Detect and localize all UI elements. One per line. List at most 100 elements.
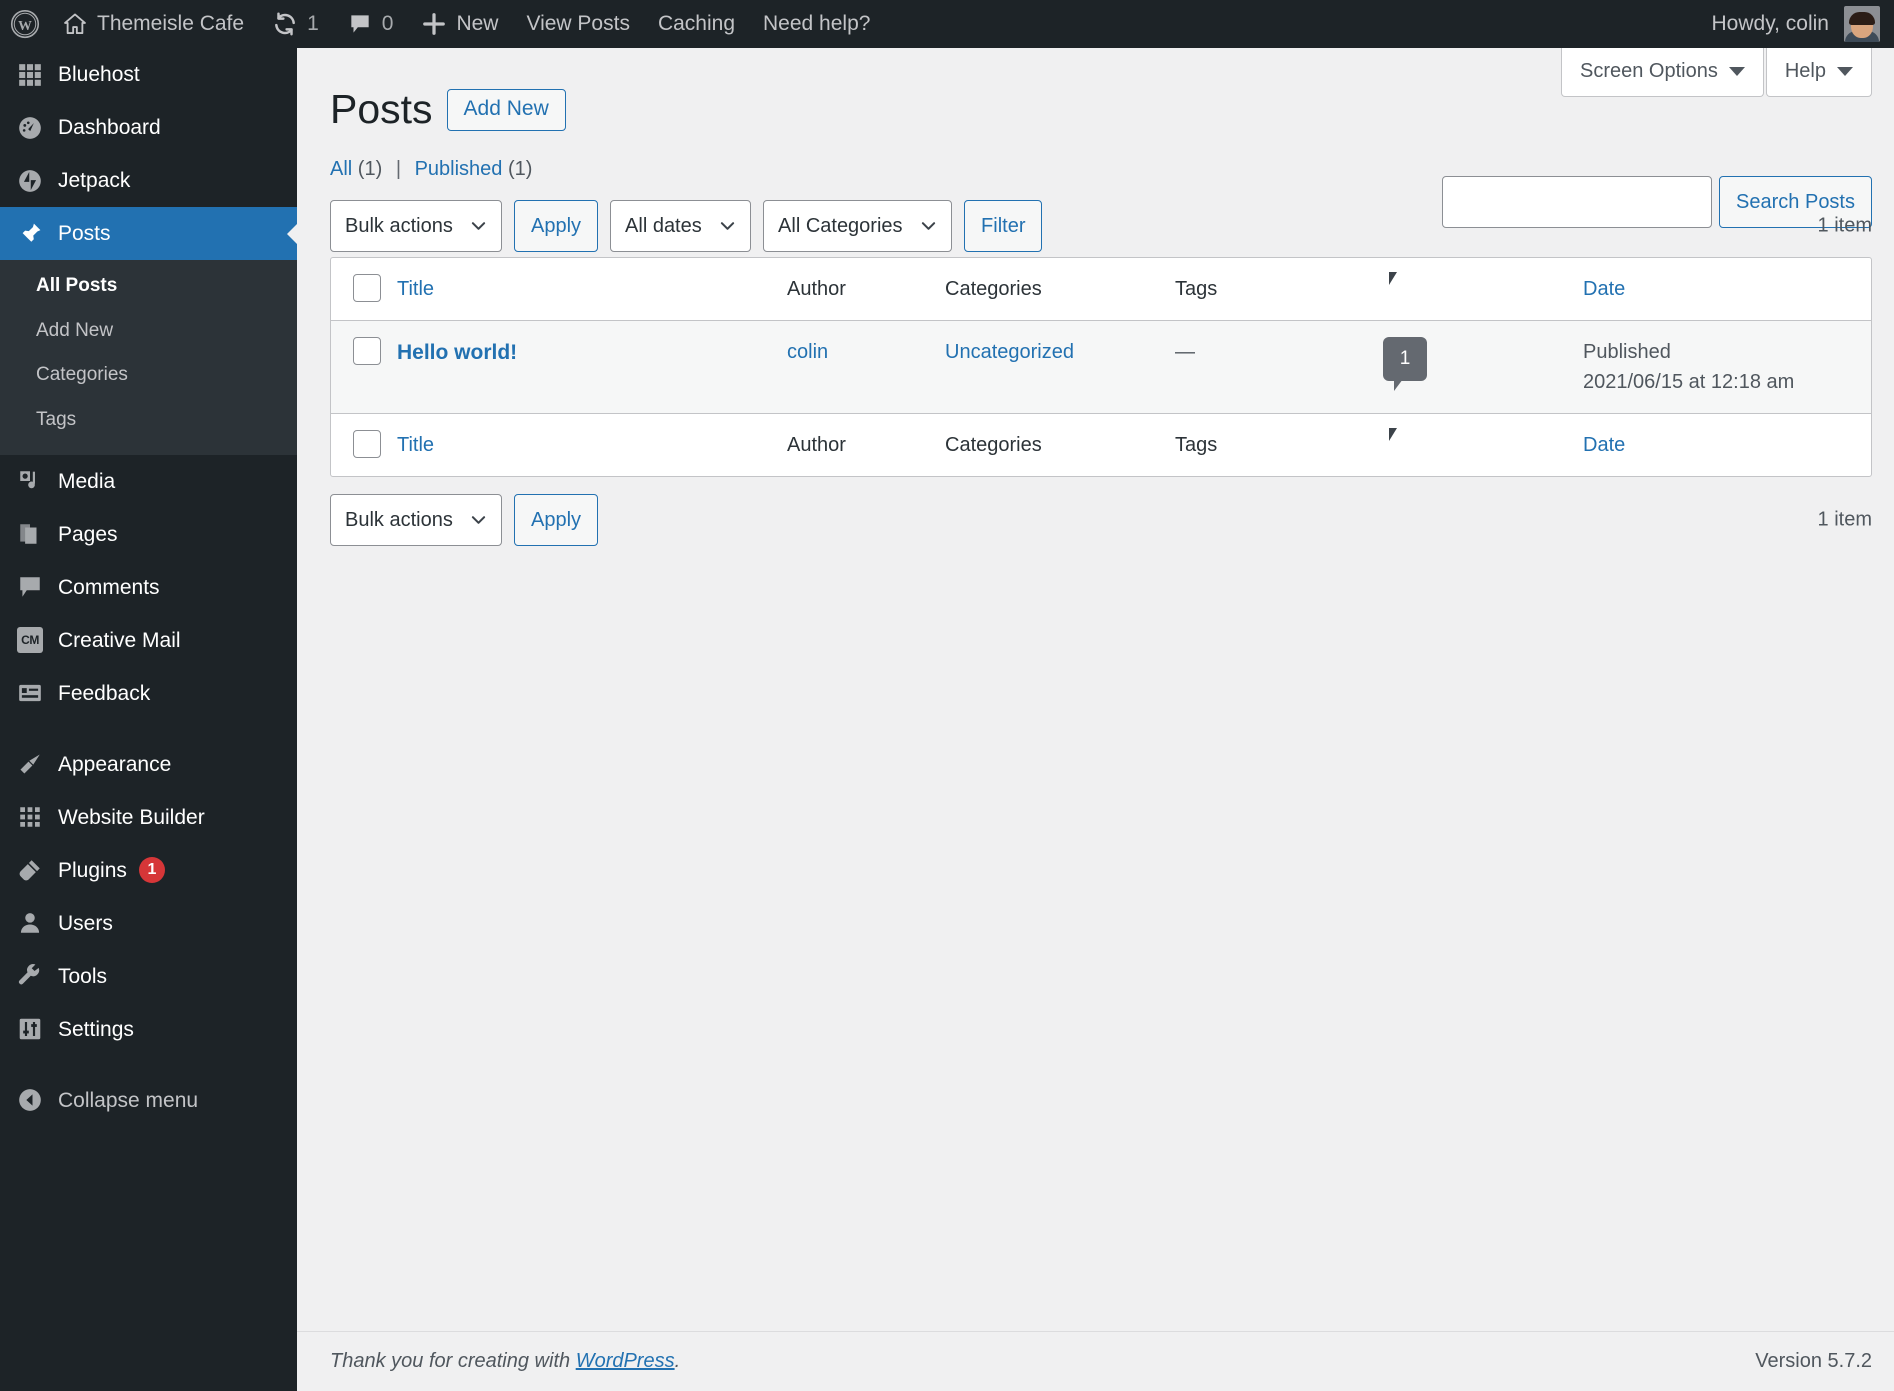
column-footer-title[interactable]: Title	[397, 413, 787, 476]
sidebar-item-tags[interactable]: Tags	[0, 398, 297, 443]
adminbar-new-content[interactable]: New	[407, 0, 512, 48]
screen-options-button[interactable]: Screen Options	[1561, 48, 1764, 97]
comment-count-bubble[interactable]: 1	[1383, 337, 1427, 392]
column-footer-date-link[interactable]: Date	[1583, 434, 1625, 456]
help-button[interactable]: Help	[1765, 48, 1872, 97]
sliders-icon	[8, 1016, 52, 1042]
sidebar-item-label: Jetpack	[58, 169, 131, 192]
add-new-button[interactable]: Add New	[446, 88, 566, 131]
sidebar-item-settings[interactable]: Settings	[0, 1003, 297, 1056]
sidebar-item-users[interactable]: Users	[0, 897, 297, 950]
filter-divider: |	[395, 158, 402, 181]
page-wrap: Posts Add New All (1) | Published (1) Se…	[297, 48, 1894, 547]
column-header-tags: Tags	[1175, 258, 1383, 322]
row-checkbox[interactable]	[353, 337, 381, 366]
sidebar-item-label: Plugins	[58, 858, 127, 882]
apply-button-top[interactable]: Apply	[514, 200, 599, 253]
adminbar-caching[interactable]: Caching	[644, 0, 749, 48]
posts-table-foot: Title Author Categories Tags Date	[331, 413, 1871, 476]
collapse-menu-label: Collapse menu	[58, 1088, 199, 1112]
adminbar-site-name[interactable]: Themeisle Cafe	[48, 0, 258, 48]
post-category-link[interactable]: Uncategorized	[945, 341, 1074, 363]
bulk-actions-select-bottom[interactable]: Bulk actions	[330, 494, 502, 547]
apply-button-bottom[interactable]: Apply	[514, 494, 599, 547]
bulk-actions-select-top[interactable]: Bulk actions	[330, 200, 502, 253]
column-footer-date[interactable]: Date	[1583, 413, 1871, 476]
column-footer-author-label: Author	[787, 434, 846, 457]
sidebar-item-media[interactable]: Media	[0, 455, 297, 508]
sidebar-item-label: Tools	[58, 964, 108, 988]
sidebar-subitem-label: Tags	[36, 409, 77, 431]
jetpack-icon	[8, 168, 52, 194]
sidebar-item-creative-mail[interactable]: CM Creative Mail	[0, 614, 297, 667]
adminbar-view-posts[interactable]: View Posts	[512, 0, 644, 48]
sidebar-item-all-posts[interactable]: All Posts	[0, 264, 297, 309]
row-select-cell[interactable]	[331, 321, 397, 413]
sidebar-item-add-new[interactable]: Add New	[0, 309, 297, 354]
column-footer-categories-label: Categories	[945, 434, 1042, 457]
admin-sidebar: Bluehost Dashboard Jetpack Posts All Pos…	[0, 48, 297, 1391]
home-icon	[64, 13, 86, 35]
footer-wordpress-link[interactable]: WordPress	[576, 1350, 675, 1372]
sidebar-item-categories[interactable]: Categories	[0, 353, 297, 398]
column-footer-title-link[interactable]: Title	[397, 434, 434, 456]
sidebar-item-feedback[interactable]: Feedback	[0, 667, 297, 720]
column-header-title[interactable]: Title	[397, 258, 787, 322]
sidebar-item-dashboard[interactable]: Dashboard	[0, 101, 297, 154]
column-header-date[interactable]: Date	[1583, 258, 1871, 322]
row-comments-cell: 1	[1383, 321, 1583, 413]
plug-icon	[8, 857, 52, 883]
adminbar-wp-logo[interactable]: W	[0, 0, 48, 48]
collapse-menu-button[interactable]: Collapse menu	[0, 1074, 297, 1127]
date-filter-select[interactable]: All dates	[610, 200, 752, 253]
column-header-categories: Categories	[945, 258, 1175, 322]
select-all-checkbox-footer[interactable]	[353, 430, 381, 459]
sidebar-item-website-builder[interactable]: Website Builder	[0, 791, 297, 844]
sidebar-subitem-label: All Posts	[36, 275, 118, 296]
sidebar-item-pages[interactable]: Pages	[0, 508, 297, 561]
tablenav-bottom: Bulk actions Apply 1 item	[330, 493, 1872, 547]
help-label: Help	[1784, 60, 1826, 82]
collapse-arrow-icon	[8, 1087, 52, 1113]
adminbar-comments[interactable]: 0	[333, 0, 408, 48]
sidebar-item-posts[interactable]: Posts	[0, 207, 297, 260]
adminbar-updates[interactable]: 1	[258, 0, 333, 48]
filter-link-all[interactable]: All	[330, 158, 352, 180]
post-date-status: Published	[1583, 341, 1671, 364]
column-header-tags-label: Tags	[1175, 278, 1218, 301]
sidebar-item-plugins[interactable]: Plugins 1	[0, 844, 297, 897]
sidebar-subitem-label: Categories	[36, 364, 128, 386]
filter-link-published[interactable]: Published	[415, 158, 503, 180]
sidebar-submenu-posts: All Posts Add New Categories Tags	[0, 260, 297, 455]
sidebar-item-jetpack[interactable]: Jetpack	[0, 154, 297, 207]
sidebar-item-label: Pages	[58, 522, 118, 546]
post-title-link[interactable]: Hello world!	[397, 341, 517, 364]
column-header-date-link[interactable]: Date	[1583, 278, 1625, 300]
filter-button[interactable]: Filter	[964, 200, 1043, 253]
sidebar-item-comments[interactable]: Comments	[0, 561, 297, 614]
date-filter-select-wrap: All dates	[610, 200, 752, 253]
sidebar-item-label: Users	[58, 911, 113, 935]
comment-icon	[351, 15, 369, 33]
column-header-comments[interactable]	[1383, 258, 1583, 322]
select-all-footer[interactable]	[331, 413, 397, 476]
sidebar-item-tools[interactable]: Tools	[0, 950, 297, 1003]
post-date-value: 2021/06/15 at 12:18 am	[1583, 371, 1795, 394]
column-header-title-link[interactable]: Title	[397, 278, 434, 300]
sidebar-item-label: Posts	[58, 222, 111, 245]
sidebar-item-label: Website Builder	[58, 805, 205, 829]
adminbar-my-account[interactable]: Howdy, colin	[1698, 0, 1894, 48]
sidebar-item-label: Appearance	[58, 752, 172, 776]
sidebar-item-appearance[interactable]: Appearance	[0, 738, 297, 791]
select-all-header[interactable]	[331, 258, 397, 322]
sidebar-separator	[0, 1056, 297, 1074]
adminbar-new-label: New	[456, 12, 499, 35]
sidebar-item-bluehost[interactable]: Bluehost	[0, 48, 297, 101]
pin-icon	[8, 221, 52, 247]
post-author-link[interactable]: colin	[787, 341, 828, 363]
select-all-checkbox[interactable]	[353, 274, 381, 303]
adminbar-updates-count: 1	[307, 12, 319, 35]
adminbar-need-help[interactable]: Need help?	[749, 0, 884, 48]
column-footer-comments[interactable]	[1383, 413, 1583, 476]
category-filter-select[interactable]: All Categories	[763, 200, 953, 253]
